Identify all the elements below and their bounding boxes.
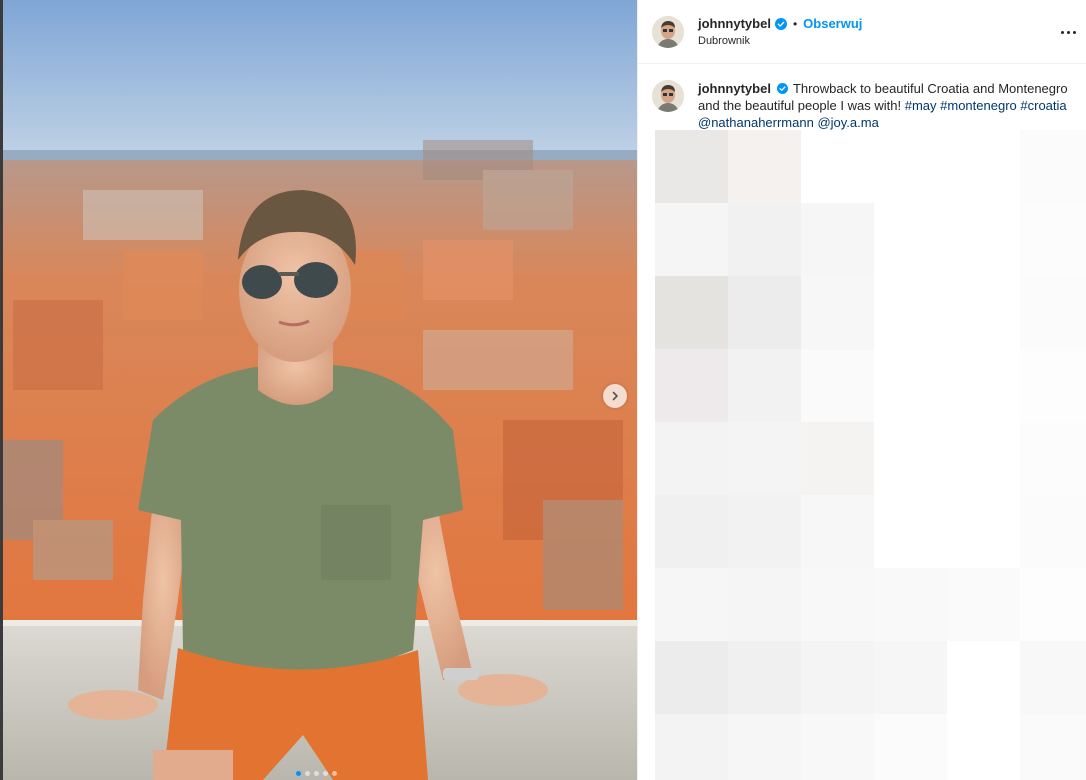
pixelated-block <box>728 422 801 495</box>
mention-link[interactable]: @nathanaherrmann <box>698 115 814 130</box>
pixelated-block <box>655 568 728 641</box>
pixelated-block <box>728 349 801 422</box>
pixelated-block <box>874 495 947 568</box>
pixelated-block <box>1020 349 1086 422</box>
pixelated-block <box>1020 130 1086 203</box>
pixelated-block <box>947 641 1020 714</box>
pixelated-block <box>655 495 728 568</box>
verified-badge-icon <box>776 83 788 94</box>
pixelated-block <box>947 276 1020 349</box>
pixelated-block <box>801 422 874 495</box>
avatar-image <box>652 80 684 112</box>
pixelated-block <box>728 276 801 349</box>
pixelated-block <box>728 130 801 203</box>
pixelated-block <box>874 203 947 276</box>
pixelated-block <box>1020 568 1086 641</box>
pixelated-comments-area <box>638 130 1086 780</box>
carousel-dot-2 <box>305 771 310 776</box>
pixelated-block <box>874 714 947 780</box>
header-name-row: johnnytybel • Obserwuj <box>698 16 862 31</box>
follow-button[interactable]: Obserwuj <box>803 16 862 31</box>
post-photo <box>3 0 637 780</box>
pixelated-block <box>655 203 728 276</box>
header-separator: • <box>792 16 798 31</box>
more-options-icon-dot <box>1060 30 1064 34</box>
pixelated-block <box>728 641 801 714</box>
pixelated-block <box>1020 495 1086 568</box>
carousel-next-button[interactable] <box>603 384 627 408</box>
pixelated-block <box>728 714 801 780</box>
pixelated-block <box>1020 276 1086 349</box>
pixelated-block <box>801 714 874 780</box>
pixelated-block <box>728 495 801 568</box>
pixelated-blocks <box>655 130 1086 780</box>
caption-username[interactable]: johnnytybel <box>698 81 771 96</box>
carousel-dot-5 <box>332 771 337 776</box>
pixelated-block <box>655 714 728 780</box>
username-link[interactable]: johnnytybel <box>698 16 771 31</box>
pixelated-block <box>1020 422 1086 495</box>
pixelated-block <box>947 495 1020 568</box>
pixelated-block <box>947 203 1020 276</box>
carousel-dot-1 <box>296 771 301 776</box>
location-link[interactable]: Dubrownik <box>698 35 862 47</box>
pixelated-block <box>801 568 874 641</box>
pixelated-block <box>801 276 874 349</box>
hashtag-link[interactable]: #croatia <box>1020 98 1066 113</box>
pixelated-block <box>801 130 874 203</box>
pixelated-block <box>655 276 728 349</box>
pixelated-block <box>947 714 1020 780</box>
pixelated-block <box>874 276 947 349</box>
carousel-dot-4 <box>323 771 328 776</box>
pixelated-block <box>947 568 1020 641</box>
hashtag-link[interactable]: #may <box>905 98 937 113</box>
pixelated-block <box>874 130 947 203</box>
pixelated-block <box>655 130 728 203</box>
post-details-panel: johnnytybel • Obserwuj Dubrownik johnnyt… <box>637 0 1086 780</box>
more-options-icon-dot <box>1066 30 1070 34</box>
pixelated-block <box>874 422 947 495</box>
carousel-indicator <box>296 771 337 776</box>
pixelated-block <box>947 349 1020 422</box>
carousel-dot-3 <box>314 771 319 776</box>
verified-badge-icon <box>774 17 787 30</box>
mention-link[interactable]: @joy.a.ma <box>817 115 878 130</box>
post-caption: johnnytybel Throwback to beautiful Croat… <box>638 64 1086 131</box>
pixelated-block <box>874 568 947 641</box>
pixelated-block <box>874 349 947 422</box>
post-media[interactable] <box>0 0 637 780</box>
hashtag-link[interactable]: #montenegro <box>940 98 1017 113</box>
pixelated-block <box>801 203 874 276</box>
pixelated-block <box>947 130 1020 203</box>
pixelated-block <box>801 641 874 714</box>
caption-avatar[interactable] <box>652 80 684 112</box>
pixelated-block <box>1020 714 1086 780</box>
pixelated-block <box>655 349 728 422</box>
chevron-right-icon <box>612 391 618 401</box>
window-edge <box>0 0 3 780</box>
avatar[interactable] <box>652 15 684 48</box>
pixelated-block <box>728 568 801 641</box>
header-text: johnnytybel • Obserwuj Dubrownik <box>698 16 862 47</box>
pixelated-block <box>655 422 728 495</box>
pixelated-block <box>947 422 1020 495</box>
pixelated-block <box>874 641 947 714</box>
caption-text: johnnytybel Throwback to beautiful Croat… <box>698 80 1072 131</box>
pixelated-block <box>801 495 874 568</box>
avatar-image <box>652 15 684 48</box>
more-options-icon-dot <box>1072 30 1076 34</box>
pixelated-block <box>728 203 801 276</box>
pixelated-block <box>1020 641 1086 714</box>
post-header: johnnytybel • Obserwuj Dubrownik <box>638 0 1086 64</box>
pixelated-block <box>1020 203 1086 276</box>
more-options-button[interactable] <box>1058 22 1078 42</box>
pixelated-block <box>655 641 728 714</box>
pixelated-block <box>801 349 874 422</box>
